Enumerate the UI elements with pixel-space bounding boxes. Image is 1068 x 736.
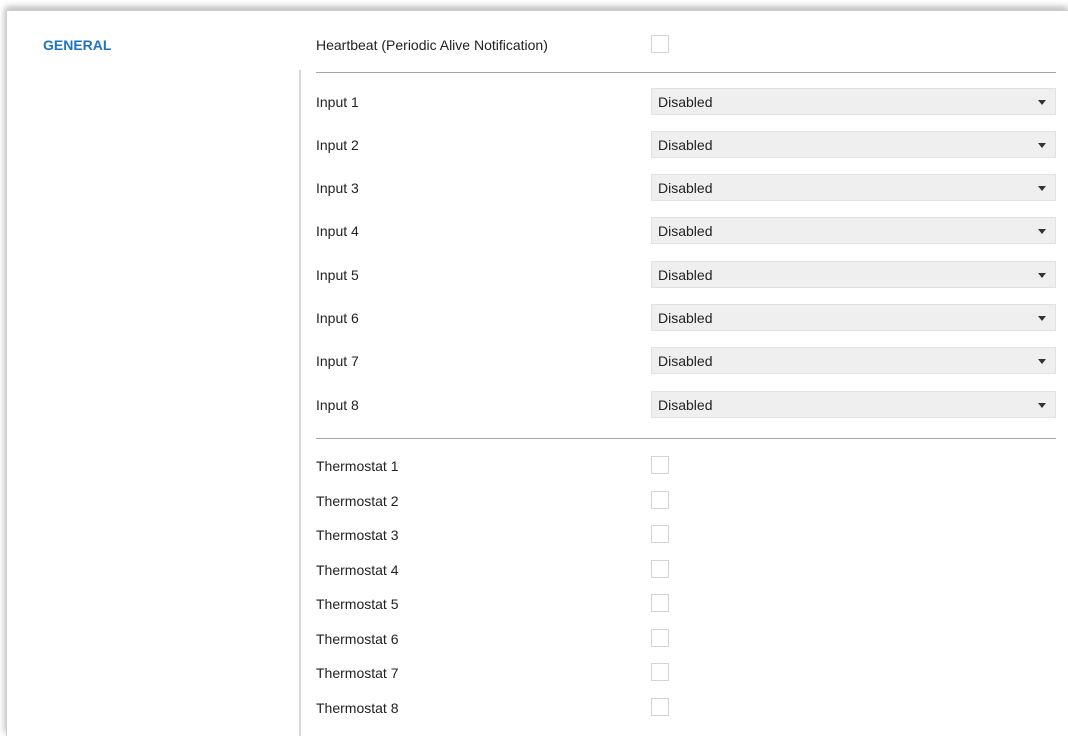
input-row-8: Input 8 Disabled	[316, 391, 1056, 419]
thermostat-7-checkbox[interactable]	[651, 663, 669, 681]
thermostat-label: Thermostat 1	[316, 458, 399, 474]
parameters-window: GENERAL Heartbeat (Periodic Alive Notifi…	[6, 10, 1068, 736]
select-value: Disabled	[658, 223, 713, 239]
select-value: Disabled	[658, 137, 713, 153]
input-label: Input 3	[316, 180, 359, 196]
input-label: Input 8	[316, 397, 359, 413]
input-2-select[interactable]: Disabled	[651, 131, 1056, 158]
thermostat-row-8: Thermostat 8	[316, 694, 1056, 722]
input-row-4: Input 4 Disabled	[316, 217, 1056, 245]
thermostat-row-6: Thermostat 6	[316, 625, 1056, 653]
input-row-2: Input 2 Disabled	[316, 131, 1056, 159]
input-6-select[interactable]: Disabled	[651, 304, 1056, 331]
input-row-6: Input 6 Disabled	[316, 304, 1056, 332]
input-row-1: Input 1 Disabled	[316, 88, 1056, 116]
chevron-down-icon	[1038, 100, 1046, 105]
thermostat-row-7: Thermostat 7	[316, 659, 1056, 687]
select-value: Disabled	[658, 310, 713, 326]
select-value: Disabled	[658, 180, 713, 196]
input-label: Input 5	[316, 267, 359, 283]
thermostat-8-checkbox[interactable]	[651, 698, 669, 716]
thermostat-4-checkbox[interactable]	[651, 560, 669, 578]
input-label: Input 1	[316, 94, 359, 110]
thermostat-label: Thermostat 6	[316, 631, 399, 647]
sidebar-item-label: GENERAL	[43, 37, 112, 53]
chevron-down-icon	[1038, 359, 1046, 364]
thermostat-label: Thermostat 5	[316, 596, 399, 612]
select-value: Disabled	[658, 397, 713, 413]
chevron-down-icon	[1038, 229, 1046, 234]
section-separator	[316, 72, 1056, 73]
input-label: Input 4	[316, 223, 359, 239]
sidebar-item-general[interactable]: GENERAL	[7, 11, 299, 70]
chevron-down-icon	[1038, 143, 1046, 148]
select-value: Disabled	[658, 267, 713, 283]
thermostat-row-1: Thermostat 1	[316, 452, 1056, 480]
thermostat-label: Thermostat 8	[316, 700, 399, 716]
thermostat-row-4: Thermostat 4	[316, 556, 1056, 584]
chevron-down-icon	[1038, 186, 1046, 191]
heartbeat-label: Heartbeat (Periodic Alive Notification)	[316, 37, 548, 53]
sidebar: GENERAL	[7, 11, 299, 736]
input-1-select[interactable]: Disabled	[651, 88, 1056, 115]
thermostat-label: Thermostat 4	[316, 562, 399, 578]
thermostat-row-3: Thermostat 3	[316, 521, 1056, 549]
input-label: Input 7	[316, 353, 359, 369]
select-value: Disabled	[658, 94, 713, 110]
heartbeat-checkbox[interactable]	[651, 35, 669, 53]
parameters-panel: Heartbeat (Periodic Alive Notification) …	[301, 11, 1068, 736]
thermostat-3-checkbox[interactable]	[651, 525, 669, 543]
chevron-down-icon	[1038, 403, 1046, 408]
thermostat-label: Thermostat 7	[316, 665, 399, 681]
thermostat-row-5: Thermostat 5	[316, 590, 1056, 618]
section-separator	[316, 438, 1056, 439]
input-5-select[interactable]: Disabled	[651, 261, 1056, 288]
input-8-select[interactable]: Disabled	[651, 391, 1056, 418]
input-row-5: Input 5 Disabled	[316, 261, 1056, 289]
input-3-select[interactable]: Disabled	[651, 174, 1056, 201]
input-row-3: Input 3 Disabled	[316, 174, 1056, 202]
thermostat-5-checkbox[interactable]	[651, 594, 669, 612]
thermostat-label: Thermostat 2	[316, 493, 399, 509]
select-value: Disabled	[658, 353, 713, 369]
input-label: Input 2	[316, 137, 359, 153]
chevron-down-icon	[1038, 273, 1046, 278]
thermostat-label: Thermostat 3	[316, 527, 399, 543]
chevron-down-icon	[1038, 316, 1046, 321]
thermostat-1-checkbox[interactable]	[651, 456, 669, 474]
input-7-select[interactable]: Disabled	[651, 347, 1056, 374]
thermostat-2-checkbox[interactable]	[651, 491, 669, 509]
input-label: Input 6	[316, 310, 359, 326]
heartbeat-row: Heartbeat (Periodic Alive Notification)	[316, 31, 1056, 59]
thermostat-row-2: Thermostat 2	[316, 487, 1056, 515]
input-4-select[interactable]: Disabled	[651, 217, 1056, 244]
input-row-7: Input 7 Disabled	[316, 347, 1056, 375]
thermostat-6-checkbox[interactable]	[651, 629, 669, 647]
